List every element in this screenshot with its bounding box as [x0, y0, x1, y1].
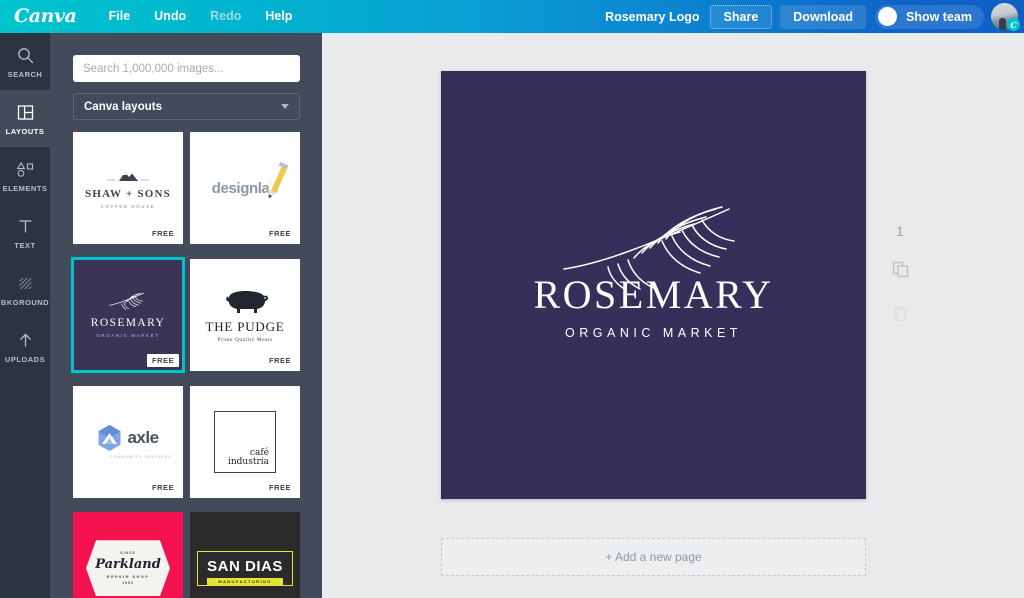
avatar[interactable]: C [991, 3, 1020, 31]
layout-thumbnail[interactable]: café industria FREE [190, 385, 300, 498]
thumbnail-subtitle: COMMUNITY SERVICES [110, 455, 172, 459]
left-rail: SEARCH LAYOUTS ELEMENTS TEXT BKGROUND UP… [0, 33, 50, 598]
thumbnail-title: ROSEMARY [90, 317, 166, 330]
free-badge: FREE [263, 353, 296, 367]
layout-thumbnail[interactable]: SINCE Parkland REPAIR SHOP 1953 FREE [73, 512, 183, 598]
design-canvas[interactable]: ROSEMARY ORGANIC MARKET [441, 71, 866, 499]
layout-category-dropdown[interactable]: Canva layouts [73, 93, 300, 120]
page-number: 1 [896, 223, 904, 239]
download-button[interactable]: Download [780, 4, 866, 29]
menu-item-redo[interactable]: Redo [198, 0, 253, 33]
thumbnail-subtitle: Prime Quality Meats [217, 337, 273, 344]
mountain-icon [107, 171, 149, 181]
canva-logo[interactable]: Canva [14, 7, 77, 26]
search-input[interactable] [73, 55, 300, 82]
layouts-icon [17, 102, 34, 124]
text-icon [17, 216, 34, 238]
sidebar-item-layouts[interactable]: LAYOUTS [0, 90, 50, 147]
header-actions: Rosemary Logo Share Download Show team C [605, 0, 1024, 33]
toggle-knob [878, 7, 897, 26]
sandias-frame: SAN DIAS MANUFACTURING [197, 550, 293, 586]
thumbnail-top-text: SINCE [120, 551, 136, 556]
layout-thumbnail[interactable]: SAN DIAS MANUFACTURING FREE [190, 512, 300, 598]
search-icon [17, 45, 34, 67]
sidebar-label-uploads: UPLOADS [4, 354, 46, 364]
sidebar-item-background[interactable]: BKGROUND [0, 261, 50, 318]
chevron-down-icon [281, 104, 289, 109]
dropdown-value: Canva layouts [84, 100, 162, 113]
background-icon [17, 273, 34, 295]
pig-icon [226, 291, 268, 314]
layouts-panel: Canva layouts SHAW + SONS COFFEE HOUSE F… [50, 33, 322, 598]
layout-thumbnail[interactable]: axle COMMUNITY SERVICES FREE [73, 385, 183, 498]
thumbnail-year: 1953 [122, 581, 134, 586]
parkland-badge: SINCE Parkland REPAIR SHOP 1953 [86, 540, 170, 597]
thumbnail-title: THE PUDGE [205, 319, 285, 335]
sidebar-label-background: BKGROUND [0, 297, 50, 307]
free-badge: FREE [263, 227, 296, 240]
canvas-logo-title: ROSEMARY [533, 272, 774, 317]
layout-thumbnail-grid: SHAW + SONS COFFEE HOUSE FREE designlab … [71, 132, 313, 598]
thumbnail-title: SAN DIAS [207, 557, 283, 575]
thumbnail-subtitle: ORGANIC MARKET [96, 333, 160, 339]
layout-thumbnail[interactable]: THE PUDGE Prime Quality Meats FREE [190, 258, 300, 371]
sidebar-label-layouts: LAYOUTS [5, 126, 45, 136]
add-new-page-button[interactable]: + Add a new page [441, 538, 866, 576]
duplicate-page-icon[interactable] [892, 261, 909, 283]
free-badge: FREE [146, 353, 179, 367]
share-button[interactable]: Share [709, 4, 773, 29]
canvas-logo-subtitle: ORGANIC MARKET [565, 326, 742, 340]
sidebar-item-uploads[interactable]: UPLOADS [0, 318, 50, 375]
upload-icon [17, 330, 34, 352]
show-team-toggle[interactable]: Show team [875, 4, 984, 29]
free-badge: FREE [146, 480, 179, 494]
rosemary-sprig-icon [109, 293, 145, 311]
menu-item-undo[interactable]: Undo [142, 0, 198, 33]
free-badge: FREE [146, 227, 179, 240]
delete-page-icon[interactable] [893, 305, 908, 327]
sidebar-label-search: SEARCH [7, 69, 43, 79]
sidebar-label-elements: ELEMENTS [2, 183, 48, 193]
sidebar-item-elements[interactable]: ELEMENTS [0, 147, 50, 204]
sidebar-item-search[interactable]: SEARCH [0, 33, 50, 90]
sidebar-item-text[interactable]: TEXT [0, 204, 50, 261]
workspace: ROSEMARY ORGANIC MARKET 1 + Add a new pa… [322, 33, 1024, 598]
menu-item-file[interactable]: File [97, 0, 143, 33]
thumbnail-subtitle: REPAIR SHOP [106, 574, 150, 580]
layout-thumbnail[interactable]: SHAW + SONS COFFEE HOUSE FREE [73, 132, 183, 244]
menu-item-help[interactable]: Help [253, 0, 304, 33]
layout-thumbnail[interactable]: designlab FREE [190, 132, 300, 244]
page-tools: 1 [880, 223, 920, 327]
layout-thumbnail-selected[interactable]: ROSEMARY ORGANIC MARKET FREE [71, 256, 185, 373]
thumbnail-subtitle: industria [227, 456, 269, 467]
canva-editor: Canva File Undo Redo Help Rosemary Logo … [0, 0, 1024, 598]
free-badge: FREE [263, 480, 296, 494]
sidebar-label-text: TEXT [14, 240, 36, 250]
thumbnail-subtitle: MANUFACTURING [207, 577, 283, 586]
document-title[interactable]: Rosemary Logo [605, 10, 699, 24]
thumbnail-title: SHAW + SONS [85, 187, 171, 200]
avatar-badge: C [1007, 18, 1020, 31]
frame-border: café industria [214, 410, 276, 473]
elements-icon [16, 159, 35, 181]
pencil-icon [268, 161, 289, 198]
show-team-label: Show team [906, 9, 972, 24]
add-page-label: + Add a new page [605, 550, 702, 564]
axle-hexagon-icon [98, 425, 121, 451]
thumbnail-title: Parkland [95, 557, 161, 573]
app-header: Canva File Undo Redo Help Rosemary Logo … [0, 0, 1024, 33]
thumbnail-title: axle [127, 428, 159, 447]
thumbnail-subtitle: COFFEE HOUSE [100, 203, 156, 209]
